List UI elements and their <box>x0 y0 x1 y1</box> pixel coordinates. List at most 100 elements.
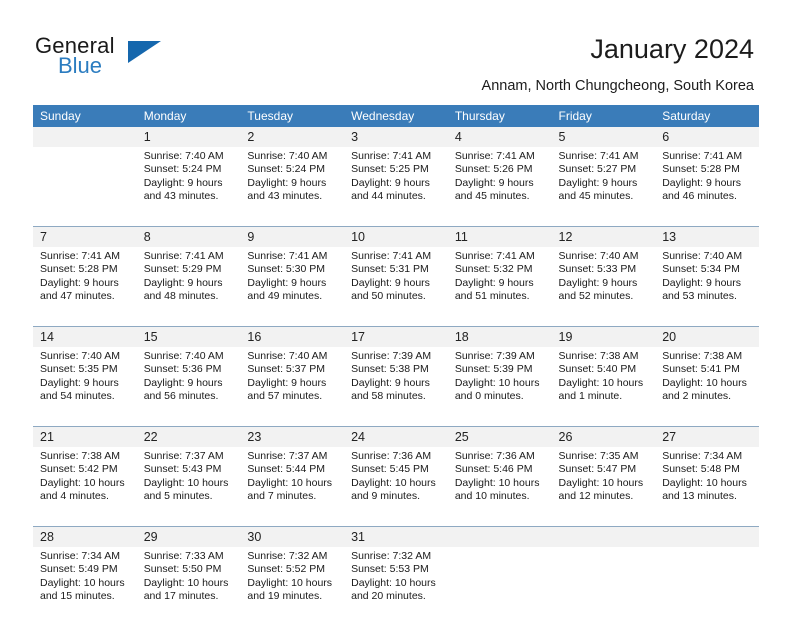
day-number[interactable]: 29 <box>136 527 241 547</box>
day-cell[interactable]: Sunrise: 7:41 AM Sunset: 5:30 PM Dayligh… <box>240 247 345 326</box>
daylight-text: Daylight: 9 hours <box>662 176 742 189</box>
day-cell[interactable]: Sunrise: 7:33 AM Sunset: 5:50 PM Dayligh… <box>136 547 241 626</box>
day-number[interactable]: 2 <box>240 127 345 147</box>
day-number[interactable]: 4 <box>447 127 552 147</box>
day-cell[interactable]: Sunrise: 7:38 AM Sunset: 5:42 PM Dayligh… <box>33 447 137 526</box>
sunset-text: Sunset: 5:41 PM <box>662 363 740 376</box>
day-number[interactable]: 30 <box>240 527 345 547</box>
week-1-daynumbers: 1 2 3 4 5 6 <box>33 127 759 147</box>
day-cell[interactable]: Sunrise: 7:41 AM Sunset: 5:26 PM Dayligh… <box>447 147 552 226</box>
day-number[interactable]: 21 <box>33 427 137 447</box>
sunset-text: Sunset: 5:32 PM <box>454 263 533 276</box>
day-cell[interactable]: Sunrise: 7:34 AM Sunset: 5:49 PM Dayligh… <box>33 547 137 626</box>
day-cell[interactable]: Sunrise: 7:32 AM Sunset: 5:52 PM Dayligh… <box>240 547 345 626</box>
day-cell[interactable]: Sunrise: 7:40 AM Sunset: 5:36 PM Dayligh… <box>136 347 241 426</box>
day-cell[interactable]: Sunrise: 7:38 AM Sunset: 5:41 PM Dayligh… <box>655 347 759 426</box>
day-number[interactable]: 14 <box>33 327 137 347</box>
day-number[interactable]: 22 <box>136 427 241 447</box>
sunrise-text: Sunrise: 7:41 AM <box>558 150 639 162</box>
day-cell[interactable]: Sunrise: 7:41 AM Sunset: 5:32 PM Dayligh… <box>447 247 552 326</box>
day-cell[interactable]: Sunrise: 7:38 AM Sunset: 5:40 PM Dayligh… <box>551 347 656 426</box>
day-number[interactable]: 27 <box>655 427 759 447</box>
day-cell[interactable]: Sunrise: 7:41 AM Sunset: 5:28 PM Dayligh… <box>33 247 137 326</box>
day-number[interactable]: 31 <box>344 527 448 547</box>
day-cell[interactable]: Sunrise: 7:39 AM Sunset: 5:39 PM Dayligh… <box>447 347 552 426</box>
day-number[interactable]: 23 <box>240 427 345 447</box>
day-number[interactable]: 10 <box>344 227 448 247</box>
day-cell[interactable]: Sunrise: 7:41 AM Sunset: 5:27 PM Dayligh… <box>551 147 656 226</box>
sunrise-text: Sunrise: 7:38 AM <box>558 350 639 362</box>
day-number[interactable]: 7 <box>33 227 137 247</box>
weekday-header-monday: Monday <box>136 105 241 127</box>
day-number[interactable]: 20 <box>655 327 759 347</box>
day-number[interactable]: 12 <box>551 227 656 247</box>
sunset-text: Sunset: 5:40 PM <box>558 363 637 376</box>
day-number[interactable]: 3 <box>344 127 448 147</box>
day-number[interactable] <box>551 527 656 547</box>
daylight-text-cont: and 45 minutes. <box>454 190 530 203</box>
day-number[interactable]: 6 <box>655 127 759 147</box>
calendar-header-row: Sunday Monday Tuesday Wednesday Thursday… <box>33 105 759 127</box>
sunset-text: Sunset: 5:30 PM <box>247 263 326 276</box>
calendar-page: General Blue January 2024 Annam, North C… <box>0 0 792 626</box>
daylight-text: Daylight: 9 hours <box>143 376 223 389</box>
day-cell[interactable]: Sunrise: 7:41 AM Sunset: 5:25 PM Dayligh… <box>344 147 448 226</box>
logo-triangle-icon <box>128 41 161 63</box>
day-number[interactable]: 19 <box>551 327 656 347</box>
daylight-text-cont: and 4 minutes. <box>40 490 109 503</box>
sunrise-text: Sunrise: 7:40 AM <box>143 150 224 162</box>
day-number[interactable]: 15 <box>136 327 241 347</box>
day-cell[interactable]: Sunrise: 7:40 AM Sunset: 5:24 PM Dayligh… <box>240 147 345 226</box>
day-number[interactable]: 13 <box>655 227 759 247</box>
week-2-details: Sunrise: 7:41 AM Sunset: 5:28 PM Dayligh… <box>33 247 759 326</box>
day-number[interactable]: 17 <box>344 327 448 347</box>
day-number[interactable]: 25 <box>447 427 552 447</box>
day-cell-empty <box>447 547 552 626</box>
day-cell[interactable]: Sunrise: 7:37 AM Sunset: 5:43 PM Dayligh… <box>136 447 241 526</box>
day-number[interactable] <box>447 527 552 547</box>
daylight-text: Daylight: 10 hours <box>351 576 436 589</box>
day-cell[interactable]: Sunrise: 7:41 AM Sunset: 5:29 PM Dayligh… <box>136 247 241 326</box>
day-number[interactable]: 28 <box>33 527 137 547</box>
day-number[interactable]: 18 <box>447 327 552 347</box>
sunset-text: Sunset: 5:53 PM <box>351 563 429 576</box>
day-cell[interactable]: Sunrise: 7:40 AM Sunset: 5:37 PM Dayligh… <box>240 347 345 426</box>
page-title: January 2024 <box>590 34 754 64</box>
day-number[interactable]: 26 <box>551 427 656 447</box>
day-cell[interactable]: Sunrise: 7:39 AM Sunset: 5:38 PM Dayligh… <box>344 347 448 426</box>
day-cell[interactable]: Sunrise: 7:40 AM Sunset: 5:24 PM Dayligh… <box>136 147 241 226</box>
day-cell[interactable]: Sunrise: 7:36 AM Sunset: 5:45 PM Dayligh… <box>344 447 448 526</box>
day-number[interactable]: 11 <box>447 227 552 247</box>
day-cell[interactable]: Sunrise: 7:40 AM Sunset: 5:33 PM Dayligh… <box>551 247 656 326</box>
weekday-header-sunday: Sunday <box>33 105 137 127</box>
day-cell[interactable]: Sunrise: 7:36 AM Sunset: 5:46 PM Dayligh… <box>447 447 552 526</box>
day-cell[interactable]: Sunrise: 7:37 AM Sunset: 5:44 PM Dayligh… <box>240 447 345 526</box>
day-number[interactable] <box>655 527 759 547</box>
day-number[interactable]: 16 <box>240 327 345 347</box>
day-number[interactable]: 8 <box>136 227 241 247</box>
day-cell[interactable]: Sunrise: 7:34 AM Sunset: 5:48 PM Dayligh… <box>655 447 759 526</box>
sunset-text: Sunset: 5:52 PM <box>247 563 326 576</box>
day-number[interactable]: 9 <box>240 227 345 247</box>
sunset-text: Sunset: 5:43 PM <box>143 463 222 476</box>
day-cell[interactable]: Sunrise: 7:41 AM Sunset: 5:31 PM Dayligh… <box>344 247 448 326</box>
day-cell[interactable]: Sunrise: 7:35 AM Sunset: 5:47 PM Dayligh… <box>551 447 656 526</box>
day-cell[interactable]: Sunrise: 7:32 AM Sunset: 5:53 PM Dayligh… <box>344 547 448 626</box>
daylight-text: Daylight: 9 hours <box>662 276 742 289</box>
day-cell-empty <box>655 547 759 626</box>
day-cell[interactable]: Sunrise: 7:40 AM Sunset: 5:34 PM Dayligh… <box>655 247 759 326</box>
day-cell[interactable]: Sunrise: 7:41 AM Sunset: 5:28 PM Dayligh… <box>655 147 759 226</box>
day-number[interactable]: 5 <box>551 127 656 147</box>
day-number[interactable] <box>33 127 137 147</box>
daylight-text: Daylight: 9 hours <box>40 376 119 389</box>
daylight-text-cont: and 52 minutes. <box>558 290 634 303</box>
sunset-text: Sunset: 5:31 PM <box>351 263 429 276</box>
day-number[interactable]: 1 <box>136 127 241 147</box>
sunrise-text: Sunrise: 7:40 AM <box>662 250 743 262</box>
daylight-text: Daylight: 10 hours <box>558 476 644 489</box>
week-5-daynumbers: 28 29 30 31 <box>33 527 759 547</box>
day-cell[interactable]: Sunrise: 7:40 AM Sunset: 5:35 PM Dayligh… <box>33 347 137 426</box>
sunrise-text: Sunrise: 7:39 AM <box>454 350 535 362</box>
day-number[interactable]: 24 <box>344 427 448 447</box>
sunrise-text: Sunrise: 7:41 AM <box>143 250 224 262</box>
